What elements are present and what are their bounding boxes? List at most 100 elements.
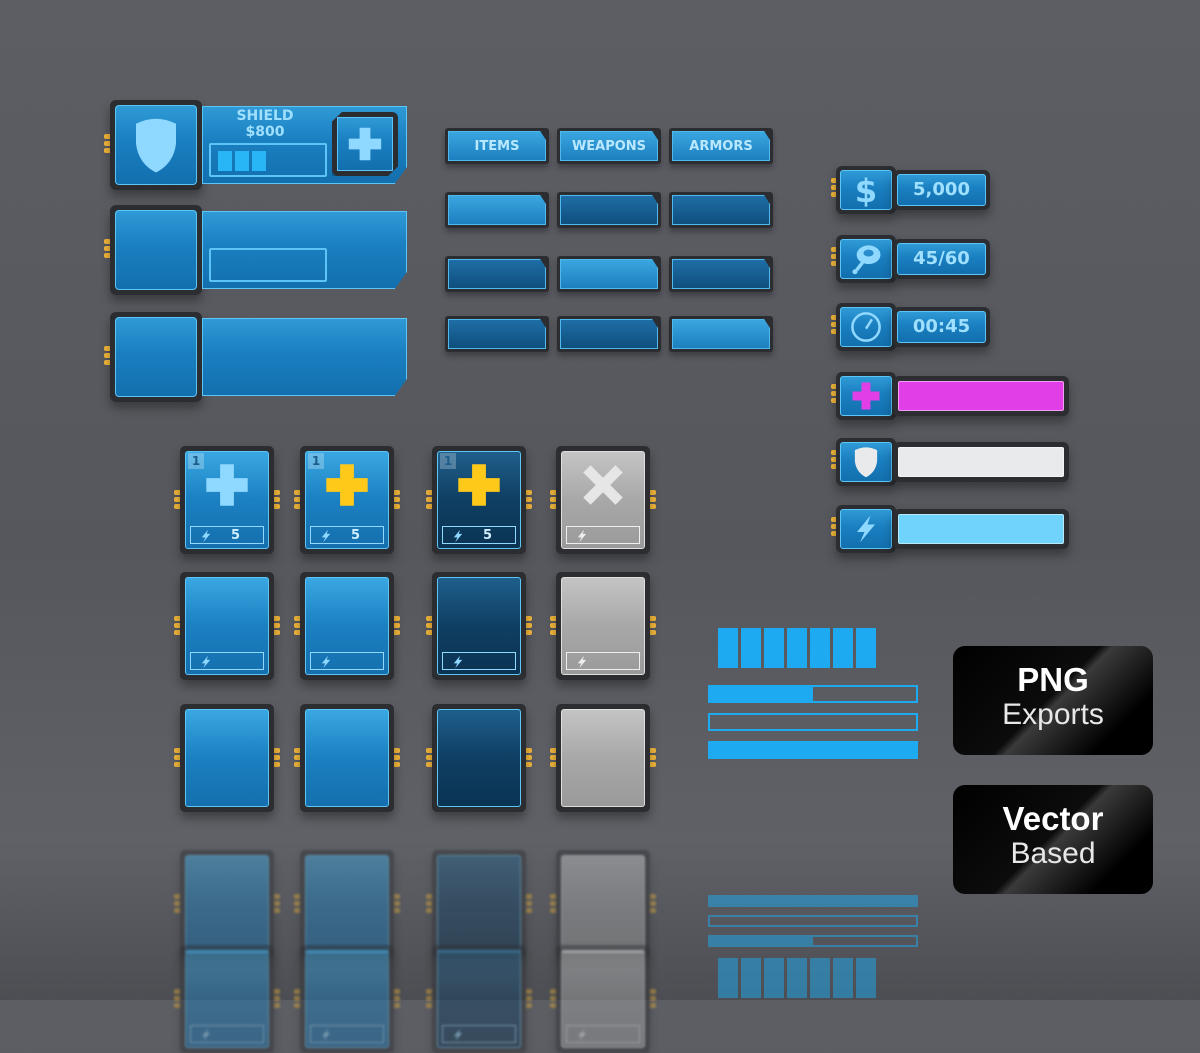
card-cost <box>190 1025 264 1043</box>
svg-text:$: $ <box>855 173 877 207</box>
lightning-icon <box>451 528 465 543</box>
lightning-icon <box>199 1027 213 1042</box>
badge-title: Vector <box>1002 800 1104 837</box>
lightning-icon <box>199 654 213 669</box>
level-meter <box>209 248 327 282</box>
meat-icon <box>849 242 883 276</box>
dollar-icon: $ <box>849 172 883 210</box>
progress-bar <box>708 685 918 703</box>
card-cost <box>442 1025 516 1043</box>
progress-bar <box>708 935 918 947</box>
item-card-gray[interactable] <box>550 945 656 1053</box>
card-cost-value: 5 <box>483 527 493 543</box>
item-card-dark[interactable] <box>426 704 532 812</box>
shield-icon <box>851 446 881 478</box>
item-card-gray[interactable]: 1 <box>550 446 656 554</box>
progress-bar <box>708 915 918 927</box>
item-card-blue[interactable] <box>294 850 400 958</box>
card-cost <box>566 652 640 670</box>
item-icon-slot <box>110 100 202 190</box>
tab-blank[interactable] <box>669 256 773 292</box>
item-card-dark[interactable] <box>426 945 532 1053</box>
card-cost <box>310 1025 384 1043</box>
item-title: SHIELD <box>236 108 294 124</box>
tab-blank[interactable] <box>557 192 661 228</box>
tab-armors[interactable]: ARMORS <box>669 128 773 164</box>
card-count: 1 <box>308 453 324 469</box>
tab-blank[interactable] <box>557 316 661 352</box>
progress-bar <box>708 713 918 731</box>
lightning-icon <box>199 528 213 543</box>
progress-bar <box>708 741 918 759</box>
item-card-blue[interactable] <box>294 945 400 1053</box>
tab-blank[interactable] <box>669 192 773 228</box>
item-price: $800 <box>245 124 285 140</box>
lightning-icon <box>319 654 333 669</box>
item-info-panel <box>202 318 407 396</box>
tab-label: ARMORS <box>672 131 770 161</box>
item-card-dark[interactable] <box>426 572 532 680</box>
lightning-icon <box>319 1027 333 1042</box>
card-cost <box>566 526 640 544</box>
plus-icon <box>324 462 370 508</box>
item-card-blue[interactable] <box>174 704 280 812</box>
tab-weapons[interactable]: WEAPONS <box>557 128 661 164</box>
card-cost <box>310 652 384 670</box>
item-card-blue[interactable]: 15 <box>174 446 280 554</box>
card-cost <box>442 652 516 670</box>
item-card-blue[interactable] <box>174 945 280 1053</box>
item-icon-slot <box>110 312 202 402</box>
card-cost-value: 5 <box>351 527 361 543</box>
lightning-icon <box>575 654 589 669</box>
tab-label: WEAPONS <box>560 131 658 161</box>
card-cost: 5 <box>190 526 264 544</box>
level-segment <box>235 151 249 171</box>
badge-subtitle: Based <box>1010 837 1096 870</box>
tab-blank[interactable] <box>445 256 549 292</box>
item-card-dark[interactable]: 15 <box>426 446 532 554</box>
shield-icon <box>131 115 181 175</box>
item-card-gray[interactable] <box>550 572 656 680</box>
level-segment <box>252 151 266 171</box>
lightning-icon <box>319 528 333 543</box>
item-card-blue[interactable] <box>174 850 280 958</box>
item-card-gray[interactable] <box>550 850 656 958</box>
badge-title: PNG <box>1017 661 1089 698</box>
card-cost <box>566 1025 640 1043</box>
card-count: 1 <box>188 453 204 469</box>
feature-badge: PNG Exports <box>953 646 1153 755</box>
feature-badge: Vector Based <box>953 785 1153 894</box>
tab-blank[interactable] <box>445 192 549 228</box>
item-card-blue[interactable]: 15 <box>294 446 400 554</box>
tab-blank[interactable] <box>669 316 773 352</box>
status-fill <box>898 381 1064 411</box>
item-info-panel <box>202 211 407 289</box>
tab-blank[interactable] <box>557 256 661 292</box>
plus-icon <box>347 126 383 162</box>
segment-meter <box>718 628 876 668</box>
item-card-dark[interactable] <box>426 850 532 958</box>
item-card-blue[interactable] <box>174 572 280 680</box>
tab-label: ITEMS <box>448 131 546 161</box>
lightning-icon <box>575 528 589 543</box>
tab-items[interactable]: ITEMS <box>445 128 549 164</box>
level-segment <box>218 151 232 171</box>
tab-blank[interactable] <box>445 316 549 352</box>
item-card-blue[interactable] <box>294 572 400 680</box>
stat-value: 00:45 <box>897 311 986 343</box>
health-plus-icon <box>851 380 881 412</box>
lightning-icon <box>451 654 465 669</box>
badge-subtitle: Exports <box>1002 698 1104 731</box>
lightning-icon <box>451 1027 465 1042</box>
card-cost-value: 5 <box>231 527 241 543</box>
close-icon <box>580 462 626 508</box>
item-card-gray[interactable] <box>550 704 656 812</box>
stat-value: 45/60 <box>897 243 986 275</box>
plus-icon <box>456 462 502 508</box>
add-button[interactable] <box>332 112 398 176</box>
lightning-icon <box>575 1027 589 1042</box>
item-card-blue[interactable] <box>294 704 400 812</box>
lightning-icon <box>851 513 881 545</box>
item-icon-slot <box>110 205 202 295</box>
stat-value: 5,000 <box>897 174 986 206</box>
